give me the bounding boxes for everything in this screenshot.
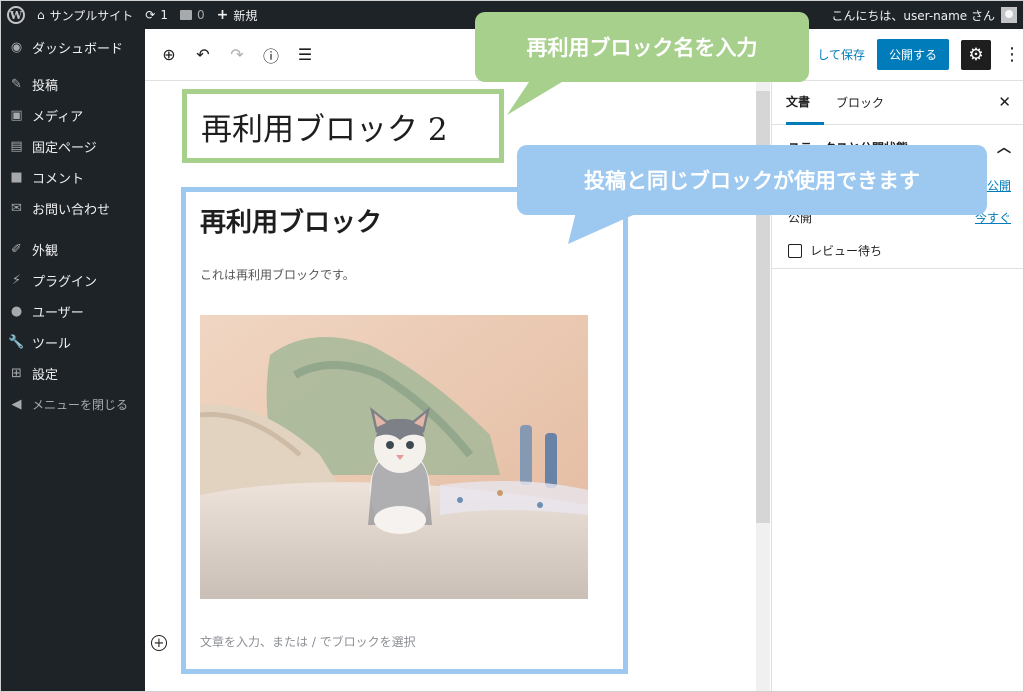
pending-review-label: レビュー待ち (810, 244, 883, 258)
sidebar-item-label: コメント (32, 172, 85, 187)
avatar (1001, 7, 1017, 23)
comments-count: 0 (196, 8, 205, 22)
new-label: 新規 (233, 8, 258, 23)
gear-icon: ⚙ (968, 44, 984, 65)
sidebar-item-label: プラグイン (32, 275, 98, 290)
visibility-link[interactable]: 公開 (987, 177, 1011, 194)
add-block-icon[interactable]: ⊕ (159, 45, 179, 64)
publish-button[interactable]: 公開する (876, 39, 949, 70)
plug-icon: ⚡ (11, 273, 22, 288)
greeting-text: こんにちは、user-name さん (831, 8, 995, 23)
more-options-icon[interactable]: ⋮ (1003, 44, 1021, 65)
brush-icon: ✐ (11, 242, 22, 257)
sidebar-item-users[interactable]: ● ユーザー (1, 296, 145, 327)
pending-review-row[interactable]: レビュー待ち (772, 233, 1023, 269)
toolbar-tools: ⊕ ↶ ↷ ⓘ ☰ (145, 43, 315, 67)
kitten-image[interactable] (200, 315, 588, 599)
title-hint-callout: 再利用ブロック名を入力 (475, 12, 809, 82)
list-view-icon[interactable]: ☰ (295, 45, 315, 64)
collapse-icon: ◀ (11, 397, 22, 412)
pushpin-icon: ✎ (11, 77, 22, 92)
comment-bubble-icon (179, 10, 192, 20)
sidebar-item-comments[interactable]: ■ コメント (1, 162, 145, 193)
site-name-link[interactable]: ⌂ サンプルサイト (31, 1, 139, 29)
dashboard-icon: ◉ (10, 39, 23, 55)
new-content-link[interactable]: + 新規 (211, 1, 264, 29)
updates-link[interactable]: ⟳ 1 (139, 1, 174, 29)
sidebar-item-label: 設定 (32, 368, 59, 383)
tab-block[interactable]: ブロック (836, 81, 898, 125)
sidebar-item-label: ダッシュボード (32, 41, 124, 57)
sidebar-item-label: ユーザー (32, 306, 84, 321)
chevron-up-icon: ︿ (997, 140, 1011, 156)
sidebar-item-posts[interactable]: ✎ 投稿 (1, 69, 145, 100)
sidebar-item-label: 投稿 (32, 79, 59, 94)
sidebar-item-label: メニューを閉じる (32, 398, 129, 412)
settings-tabs: 文書 ブロック ✕ (772, 81, 1023, 125)
sidebar-collapse-menu[interactable]: ◀ メニューを閉じる (1, 389, 145, 420)
comments-link[interactable]: 0 (174, 1, 211, 29)
block-inserter-button[interactable]: + (151, 635, 167, 651)
user-icon: ● (10, 304, 23, 319)
close-icon[interactable]: ✕ (998, 93, 1011, 111)
sidebar-item-settings[interactable]: ⊞ 設定 (1, 358, 145, 389)
tab-document[interactable]: 文書 (786, 81, 825, 125)
pending-review-checkbox[interactable] (788, 243, 802, 258)
sidebar-item-media[interactable]: ▣ メディア (1, 100, 145, 131)
plus-circle-icon: + (153, 635, 165, 651)
block-heading[interactable]: 再利用ブロック (200, 202, 382, 239)
settings-toggle-button[interactable]: ⚙ (961, 39, 991, 70)
sidebar-item-contact[interactable]: ✉ お問い合わせ (1, 193, 145, 224)
home-icon: ⌂ (37, 8, 45, 22)
info-icon[interactable]: ⓘ (261, 43, 281, 67)
block-paragraph[interactable]: これは再利用ブロックです。 (200, 266, 355, 283)
wordpress-logo-button[interactable]: W (1, 1, 31, 29)
sidebar-item-label: ツール (32, 337, 72, 352)
menu-separator (1, 224, 145, 234)
updates-count: 1 (160, 8, 168, 22)
sidebar-item-label: メディア (32, 110, 84, 125)
site-name-label: サンプルサイト (49, 8, 134, 23)
toolbar-actions: して保存 公開する ⚙ ⋮ (817, 39, 1023, 70)
title-hint-text: 再利用ブロック名を入力 (526, 36, 758, 60)
screenshot-frame: W ⌂ サンプルサイト ⟳ 1 0 + 新規 こんにちは、user-name さ… (0, 0, 1024, 692)
save-draft-button[interactable]: して保存 (817, 46, 865, 63)
media-icon: ▣ (10, 108, 23, 123)
wrench-icon: 🔧 (8, 335, 25, 350)
sidebar-item-label: 固定ページ (32, 141, 97, 156)
sidebar-item-label: 外観 (32, 244, 59, 259)
redo-icon[interactable]: ↷ (227, 45, 247, 64)
sidebar-item-plugins[interactable]: ⚡ プラグイン (1, 265, 145, 296)
account-menu[interactable]: こんにちは、user-name さん (831, 7, 1023, 24)
admin-sidebar: ◉ ダッシュボード ✎ 投稿 ▣ メディア ▤ 固定ページ ■ コメント ✉ お… (1, 29, 145, 691)
sidebar-item-dashboard[interactable]: ◉ ダッシュボード (1, 29, 145, 65)
sidebar-item-tools[interactable]: 🔧 ツール (1, 327, 145, 358)
wordpress-logo-icon: W (7, 6, 25, 24)
refresh-icon: ⟳ (145, 8, 156, 22)
undo-icon[interactable]: ↶ (193, 45, 213, 64)
sidebar-item-pages[interactable]: ▤ 固定ページ (1, 131, 145, 162)
kitten-photo-illustration (200, 315, 588, 599)
block-hint-callout-tail (568, 212, 640, 244)
comment-icon: ■ (10, 170, 23, 185)
mail-icon: ✉ (11, 201, 22, 216)
post-title-input[interactable]: 再利用ブロック 2 (182, 89, 504, 163)
settings-icon: ⊞ (11, 366, 22, 381)
sidebar-item-label: お問い合わせ (32, 203, 111, 218)
sidebar-item-appearance[interactable]: ✐ 外観 (1, 234, 145, 265)
title-hint-callout-tail (507, 79, 567, 115)
post-title-text: 再利用ブロック 2 (201, 111, 448, 148)
pages-icon: ▤ (10, 139, 23, 154)
block-hint-callout: 投稿と同じブロックが使用できます (517, 145, 987, 215)
block-hint-text: 投稿と同じブロックが使用できます (584, 169, 920, 193)
plus-icon: + (216, 7, 229, 23)
block-placeholder-text[interactable]: 文章を入力、または / でブロックを選択 (200, 633, 416, 650)
